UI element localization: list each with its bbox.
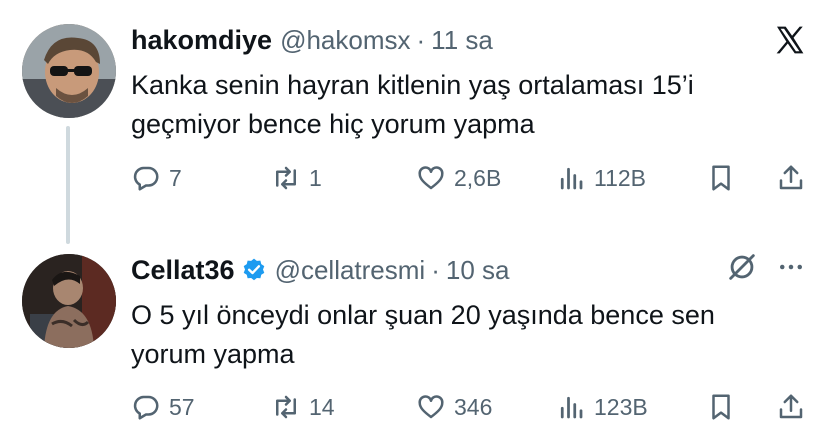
reply-button[interactable]: 7 bbox=[131, 158, 182, 198]
reply-count: 7 bbox=[169, 164, 182, 191]
share-button[interactable] bbox=[776, 158, 806, 198]
views-icon bbox=[560, 167, 583, 190]
separator: · bbox=[416, 24, 426, 55]
bookmark-icon bbox=[712, 165, 730, 191]
share-icon bbox=[779, 165, 803, 190]
like-count: 2,6B bbox=[454, 164, 502, 191]
tweet-text: O 5 yıl önceydi onlar şuan 20 yaşında be… bbox=[131, 300, 715, 369]
reply-icon bbox=[133, 395, 159, 420]
heart-icon bbox=[418, 166, 444, 190]
separator: · bbox=[431, 254, 440, 285]
retweet-icon bbox=[276, 166, 296, 190]
retweet-button[interactable]: 1 bbox=[271, 158, 322, 198]
avatar-image bbox=[22, 24, 116, 118]
views-icon bbox=[560, 396, 583, 419]
tweet-actions: 7 1 2,6B 112B bbox=[131, 158, 811, 198]
avatar[interactable] bbox=[22, 254, 116, 348]
tweet[interactable]: Cellat36 @cellatresmi · 10 sa O 5 yıl ön… bbox=[0, 230, 828, 445]
views-count: 123B bbox=[594, 393, 648, 420]
more-icon[interactable] bbox=[776, 252, 806, 282]
reply-button[interactable]: 57 bbox=[131, 387, 195, 427]
display-name[interactable]: hakomdiye bbox=[131, 25, 272, 56]
tweet-header: hakomdiye @hakomsx · 11 sa bbox=[131, 22, 493, 58]
like-button[interactable]: 2,6B bbox=[416, 158, 501, 198]
bookmark-button[interactable] bbox=[706, 158, 736, 198]
display-name[interactable]: Cellat36 bbox=[131, 255, 235, 286]
retweet-button[interactable]: 14 bbox=[271, 387, 335, 427]
handle[interactable]: @cellatresmi bbox=[275, 255, 426, 286]
views-button[interactable]: 112B bbox=[556, 158, 646, 198]
reply-count: 57 bbox=[169, 393, 195, 420]
tweet-text: Kanka senin hayran kitlenin yaş ortalama… bbox=[131, 70, 694, 139]
like-count: 346 bbox=[454, 393, 493, 420]
tweet-actions: 57 14 346 123B bbox=[131, 387, 811, 427]
share-icon bbox=[779, 394, 803, 419]
share-button[interactable] bbox=[776, 387, 806, 427]
views-button[interactable]: 123B bbox=[556, 387, 648, 427]
retweet-count: 14 bbox=[309, 393, 335, 420]
timestamp[interactable]: 11 sa bbox=[431, 25, 493, 56]
handle[interactable]: @hakomsx bbox=[280, 25, 410, 56]
thread-line bbox=[66, 126, 70, 244]
timestamp[interactable]: 10 sa bbox=[446, 255, 510, 286]
avatar-image bbox=[22, 254, 116, 348]
retweet-icon bbox=[276, 395, 296, 419]
verified-badge-icon bbox=[243, 258, 264, 281]
heart-icon bbox=[418, 395, 444, 419]
grok-icon[interactable] bbox=[725, 250, 759, 284]
bookmark-button[interactable] bbox=[706, 387, 736, 427]
like-button[interactable]: 346 bbox=[416, 387, 492, 427]
reply-icon bbox=[133, 166, 159, 191]
avatar[interactable] bbox=[22, 24, 116, 118]
views-count: 112B bbox=[594, 164, 647, 191]
x-logo-icon[interactable] bbox=[772, 24, 806, 56]
tweet[interactable]: hakomdiye @hakomsx · 11 sa Kanka senin h… bbox=[0, 0, 828, 244]
retweet-count: 1 bbox=[309, 164, 322, 191]
bookmark-icon bbox=[712, 394, 730, 420]
tweet-header: Cellat36 @cellatresmi · 10 sa bbox=[131, 252, 510, 288]
